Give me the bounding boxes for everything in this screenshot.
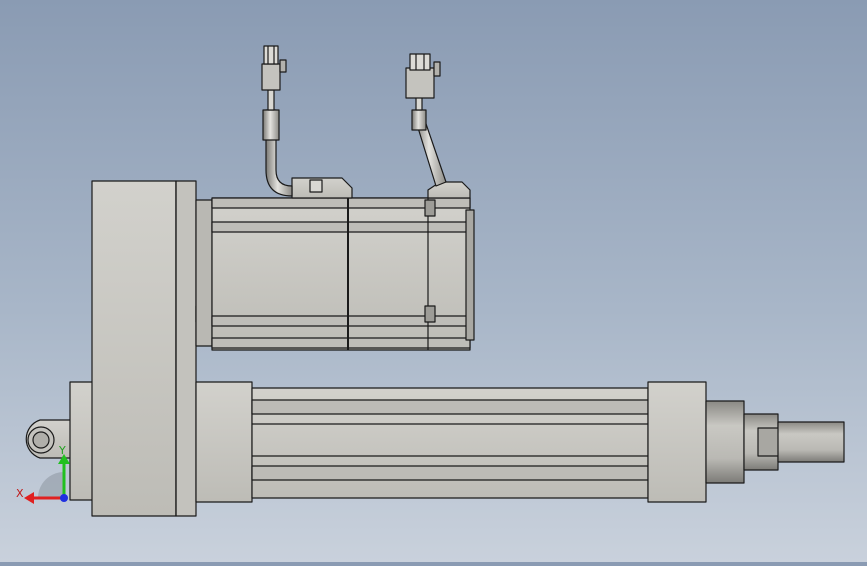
gear-housing [91, 180, 207, 517]
encoder-cable [405, 53, 447, 187]
actuator-tube [195, 381, 707, 503]
y-axis-label: Y [58, 444, 66, 457]
servo-motor [195, 177, 475, 351]
piston-rod [705, 400, 845, 484]
cad-viewport[interactable]: Y X [0, 0, 867, 562]
actuator-drawing: Y X [16, 45, 845, 517]
x-axis-label: X [16, 487, 24, 500]
power-cable [261, 45, 293, 197]
z-axis-dot [60, 494, 68, 502]
